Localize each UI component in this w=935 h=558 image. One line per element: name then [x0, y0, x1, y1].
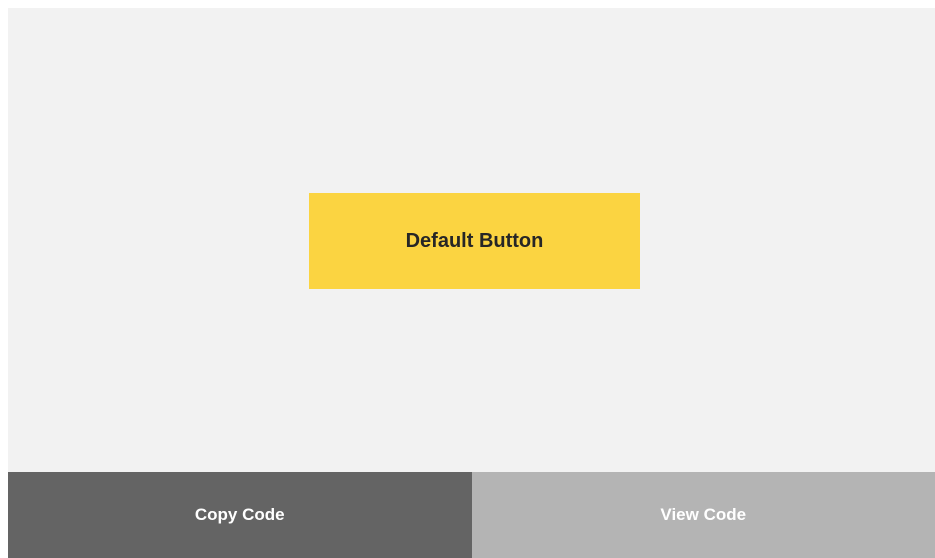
button-preview-area: Default Button: [8, 8, 935, 472]
copy-code-button[interactable]: Copy Code: [8, 472, 472, 558]
default-button[interactable]: Default Button: [309, 193, 640, 289]
code-actions-bar: Copy Code View Code: [8, 472, 935, 558]
view-code-button[interactable]: View Code: [471, 472, 935, 558]
demo-frame: Default Button Copy Code View Code: [8, 8, 935, 558]
